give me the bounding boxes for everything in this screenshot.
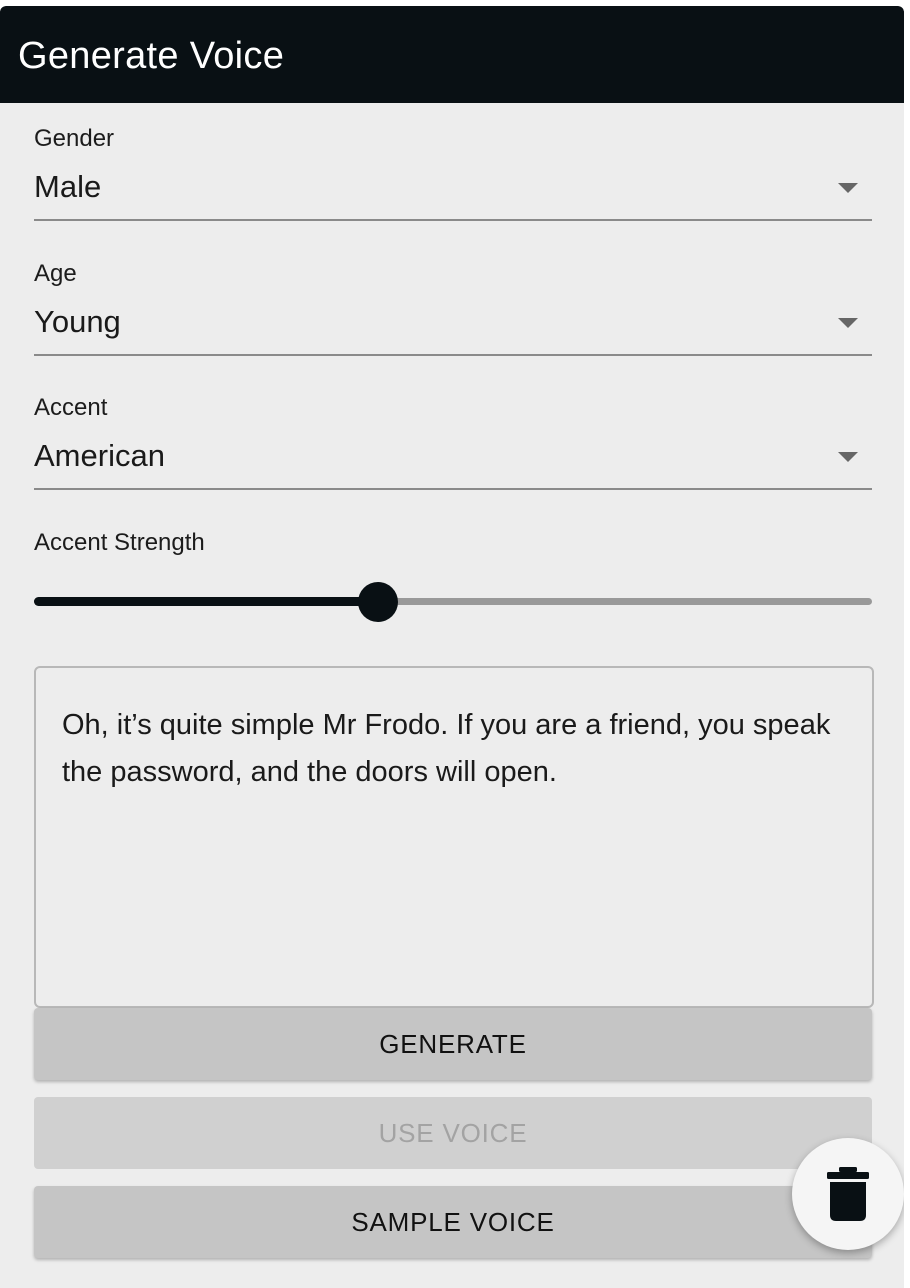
- chevron-down-icon: [838, 452, 858, 462]
- gender-label: Gender: [34, 125, 115, 152]
- use-voice-button: USE VOICE: [34, 1097, 872, 1169]
- sample-voice-button[interactable]: SAMPLE VOICE: [34, 1186, 872, 1258]
- title-bar: Generate Voice: [0, 6, 904, 103]
- accent-select[interactable]: American: [34, 430, 872, 490]
- voice-text-input[interactable]: Oh, it’s quite simple Mr Frodo. If you a…: [34, 666, 874, 1008]
- generate-button[interactable]: GENERATE: [34, 1008, 872, 1080]
- gender-select[interactable]: Male: [34, 161, 872, 221]
- accent-value: American: [34, 438, 165, 473]
- accent-strength-label: Accent Strength: [34, 529, 205, 556]
- panel-title: Generate Voice: [18, 35, 285, 77]
- chevron-down-icon: [838, 318, 858, 328]
- age-label: Age: [34, 260, 77, 287]
- slider-thumb[interactable]: [357, 582, 398, 622]
- accent-strength-slider[interactable]: [34, 582, 872, 622]
- generate-voice-panel: Generate Voice Gender Male Age Young Acc…: [0, 6, 904, 1288]
- voice-text-value: Oh, it’s quite simple Mr Frodo. If you a…: [62, 709, 831, 788]
- age-value: Young: [34, 304, 121, 339]
- age-select[interactable]: Young: [34, 296, 872, 356]
- accent-label: Accent: [34, 394, 108, 421]
- slider-track: [34, 597, 378, 606]
- trash-icon: [827, 1167, 869, 1221]
- delete-fab-button[interactable]: [792, 1138, 904, 1250]
- gender-value: Male: [34, 169, 102, 204]
- chevron-down-icon: [838, 183, 858, 193]
